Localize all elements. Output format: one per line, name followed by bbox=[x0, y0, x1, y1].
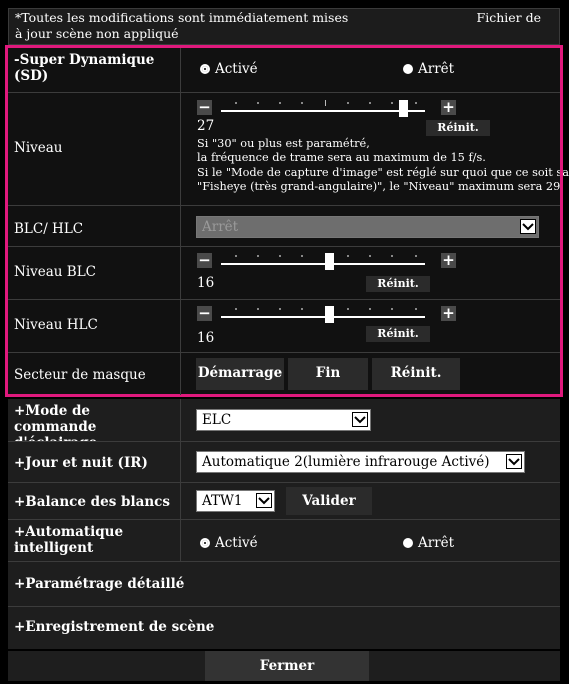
auto-intel-radio-on[interactable]: Activé bbox=[200, 535, 258, 551]
jour-nuit-select[interactable]: Automatique 2(lumière infrarouge Activé) bbox=[196, 451, 525, 473]
notice-text: *Toutes les modifications sont immédiate… bbox=[15, 10, 349, 41]
auto-intel-off-label: Arrêt bbox=[418, 535, 455, 551]
notice-right-text: Fichier de bbox=[476, 10, 541, 25]
eclairage-select[interactable]: ELC bbox=[196, 409, 371, 431]
auto-intel-label: +Automatique intelligent bbox=[14, 524, 124, 556]
close-button[interactable]: Fermer bbox=[205, 651, 369, 681]
eclairage-value: ELC bbox=[202, 412, 232, 428]
balance-value: ATW1 bbox=[202, 493, 243, 509]
radio-unselected-icon bbox=[403, 538, 413, 548]
param-detail-link[interactable]: +Paramétrage détaillé bbox=[14, 576, 184, 592]
highlight-frame bbox=[5, 45, 563, 397]
notice-bar: *Toutes les modifications sont immédiate… bbox=[8, 8, 560, 45]
chevron-down-icon bbox=[256, 493, 272, 508]
auto-intel-radio-off[interactable]: Arrêt bbox=[403, 535, 454, 551]
balance-validate-button[interactable]: Valider bbox=[286, 487, 372, 515]
jour-nuit-value: Automatique 2(lumière infrarouge Activé) bbox=[202, 454, 490, 470]
jour-nuit-label: +Jour et nuit (IR) bbox=[14, 455, 148, 471]
balance-select[interactable]: ATW1 bbox=[196, 490, 275, 512]
enregistrement-link[interactable]: +Enregistrement de scène bbox=[14, 619, 214, 635]
radio-selected-icon bbox=[200, 538, 210, 548]
settings-page: *Toutes les modifications sont immédiate… bbox=[0, 0, 569, 684]
auto-intel-on-label: Activé bbox=[215, 535, 258, 551]
column-divider bbox=[180, 399, 181, 561]
chevron-down-icon bbox=[352, 412, 368, 427]
column-divider bbox=[180, 48, 181, 395]
balance-label: +Balance des blancs bbox=[14, 494, 170, 510]
chevron-down-icon bbox=[506, 454, 522, 469]
